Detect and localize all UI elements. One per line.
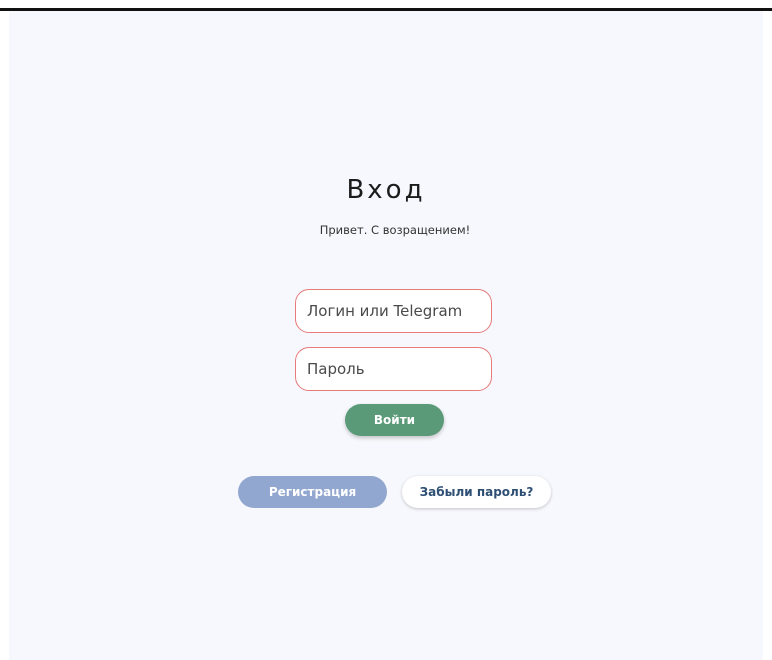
login-page	[9, 11, 763, 660]
password-field[interactable]	[295, 347, 492, 391]
login-field[interactable]	[295, 289, 492, 333]
page-subtitle: Привет. С возращением!	[319, 223, 471, 237]
forgot-password-button[interactable]: Забыли пароль?	[402, 476, 551, 508]
page-title: Вход	[346, 175, 426, 205]
login-input[interactable]	[296, 290, 491, 332]
register-button[interactable]: Регистрация	[238, 476, 387, 508]
login-button[interactable]: Войти	[345, 404, 444, 436]
password-input[interactable]	[296, 348, 491, 390]
